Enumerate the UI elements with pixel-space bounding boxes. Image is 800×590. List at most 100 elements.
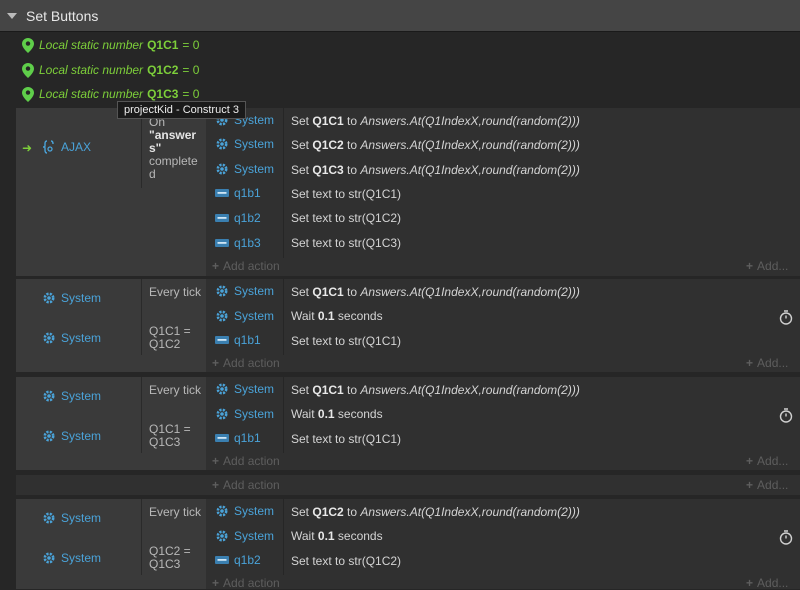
add-more-button[interactable]: + Add... bbox=[746, 259, 788, 273]
action-object-system[interactable]: System bbox=[215, 309, 274, 323]
condition-object-label: System bbox=[61, 429, 102, 443]
add-more-button[interactable]: + Add... bbox=[746, 576, 788, 590]
add-action-button[interactable]: + Add action bbox=[212, 259, 280, 273]
action-object-label: System bbox=[234, 382, 275, 396]
group-add-row[interactable]: + Add action + Add... bbox=[16, 475, 800, 495]
action-object-system[interactable]: System bbox=[215, 284, 274, 298]
gear-icon bbox=[215, 529, 229, 543]
action-text[interactable]: Set text to str(Q1C2) bbox=[291, 554, 401, 568]
trigger-arrow-icon: ➜ bbox=[22, 141, 33, 155]
condition-divider bbox=[141, 377, 142, 453]
condition-object-system[interactable]: System bbox=[42, 551, 101, 565]
add-action-button[interactable]: + Add action bbox=[212, 576, 280, 590]
add-more-button[interactable]: + Add... bbox=[746, 478, 788, 492]
action-object-label: q1b2 bbox=[234, 211, 261, 225]
timer-icon bbox=[779, 408, 793, 423]
condition-object-system[interactable]: System bbox=[42, 331, 101, 345]
gear-icon bbox=[42, 551, 56, 565]
action-text[interactable]: Set Q1C2 to Answers.At(Q1IndexX,round(ra… bbox=[291, 138, 580, 152]
action-object-system[interactable]: System bbox=[215, 504, 274, 518]
button-object-icon bbox=[215, 211, 229, 225]
condition-text[interactable]: Q1C1 = Q1C2 bbox=[149, 325, 201, 351]
add-more-button[interactable]: + Add... bbox=[746, 356, 788, 370]
action-object-label: q1b2 bbox=[234, 553, 261, 567]
gear-icon bbox=[42, 331, 56, 345]
action-text[interactable]: Set text to str(Q1C2) bbox=[291, 211, 401, 225]
gear-icon bbox=[215, 162, 229, 176]
action-object-button[interactable]: q1b1 bbox=[215, 333, 261, 347]
add-action-button[interactable]: + Add action bbox=[212, 478, 280, 492]
condition-text[interactable]: Every tick bbox=[149, 384, 201, 397]
action-object-label: System bbox=[234, 137, 275, 151]
action-object-label: q1b3 bbox=[234, 236, 261, 250]
condition-text[interactable]: Q1C2 = Q1C3 bbox=[149, 545, 201, 571]
map-pin-icon bbox=[22, 86, 34, 102]
add-more-button[interactable]: + Add... bbox=[746, 454, 788, 468]
event-block-3[interactable]: System Every tick System Q1C1 = Q1C3 Sys… bbox=[16, 377, 800, 470]
action-object-label: q1b1 bbox=[234, 186, 261, 200]
action-object-system[interactable]: System bbox=[215, 382, 274, 396]
action-text[interactable]: Wait 0.1 seconds bbox=[291, 309, 383, 323]
event-block-2[interactable]: System Every tick System Q1C1 = Q1C2 Sys… bbox=[16, 279, 800, 372]
timer-icon bbox=[779, 310, 793, 325]
condition-text[interactable]: On "answer s" complete d bbox=[149, 116, 205, 181]
condition-object-system[interactable]: System bbox=[42, 429, 101, 443]
action-object-system[interactable]: System bbox=[215, 162, 274, 176]
action-text[interactable]: Set text to str(Q1C1) bbox=[291, 432, 401, 446]
condition-text[interactable]: Q1C1 = Q1C3 bbox=[149, 423, 201, 449]
condition-text[interactable]: Every tick bbox=[149, 506, 201, 519]
action-object-system[interactable]: System bbox=[215, 407, 274, 421]
action-text[interactable]: Set Q1C1 to Answers.At(Q1IndexX,round(ra… bbox=[291, 114, 580, 128]
add-action-button[interactable]: + Add action bbox=[212, 356, 280, 370]
action-text[interactable]: Set text to str(Q1C1) bbox=[291, 187, 401, 201]
action-object-button[interactable]: q1b2 bbox=[215, 553, 261, 567]
condition-divider bbox=[141, 499, 142, 575]
action-text[interactable]: Set Q1C1 to Answers.At(Q1IndexX,round(ra… bbox=[291, 383, 580, 397]
group-header[interactable]: Set Buttons bbox=[0, 0, 800, 32]
variable-name: Q1C2 bbox=[147, 63, 179, 77]
action-object-system[interactable]: System bbox=[215, 529, 274, 543]
condition-object-system[interactable]: System bbox=[42, 389, 101, 403]
gear-icon bbox=[42, 291, 56, 305]
gear-icon bbox=[42, 429, 56, 443]
action-object-button[interactable]: q1b3 bbox=[215, 236, 261, 250]
condition-object-system[interactable]: System bbox=[42, 291, 101, 305]
event-block-ajax[interactable]: ➜ AJAX On "answer s" complete d System S… bbox=[16, 108, 800, 276]
map-pin-icon bbox=[22, 62, 34, 78]
condition-line: d bbox=[149, 167, 156, 181]
action-text[interactable]: Set text to str(Q1C1) bbox=[291, 334, 401, 348]
collapse-triangle-icon[interactable] bbox=[7, 12, 17, 19]
variable-name: Q1C1 bbox=[147, 38, 179, 52]
gear-icon bbox=[215, 137, 229, 151]
local-variable-q1c1[interactable]: Local static number Q1C1 = 0 bbox=[22, 33, 199, 57]
action-separator bbox=[283, 377, 284, 453]
action-text[interactable]: Wait 0.1 seconds bbox=[291, 529, 383, 543]
gear-icon bbox=[42, 389, 56, 403]
action-object-label: q1b1 bbox=[234, 431, 261, 445]
condition-object-label: System bbox=[61, 389, 102, 403]
action-object-system[interactable]: System bbox=[215, 137, 274, 151]
condition-text[interactable]: Every tick bbox=[149, 286, 201, 299]
action-separator bbox=[283, 279, 284, 355]
action-text[interactable]: Wait 0.1 seconds bbox=[291, 407, 383, 421]
group-title: Set Buttons bbox=[26, 7, 99, 24]
gear-icon bbox=[215, 284, 229, 298]
condition-object-label: System bbox=[61, 291, 102, 305]
window-tooltip: projectKid - Construct 3 bbox=[117, 101, 246, 119]
condition-divider bbox=[141, 108, 142, 188]
action-text[interactable]: Set Q1C3 to Answers.At(Q1IndexX,round(ra… bbox=[291, 163, 580, 177]
action-object-label: System bbox=[234, 309, 275, 323]
action-object-button[interactable]: q1b2 bbox=[215, 211, 261, 225]
condition-object-system[interactable]: System bbox=[42, 511, 101, 525]
action-object-button[interactable]: q1b1 bbox=[215, 186, 261, 200]
action-text[interactable]: Set text to str(Q1C3) bbox=[291, 236, 401, 250]
add-action-button[interactable]: + Add action bbox=[212, 454, 280, 468]
gear-icon bbox=[215, 309, 229, 323]
action-object-button[interactable]: q1b1 bbox=[215, 431, 261, 445]
local-variable-q1c2[interactable]: Local static number Q1C2 = 0 bbox=[22, 58, 199, 82]
action-object-label: System bbox=[234, 284, 275, 298]
action-text[interactable]: Set Q1C2 to Answers.At(Q1IndexX,round(ra… bbox=[291, 505, 580, 519]
event-block-4[interactable]: System Every tick System Q1C2 = Q1C3 Sys… bbox=[16, 499, 800, 590]
condition-object-ajax[interactable]: AJAX bbox=[42, 140, 91, 154]
action-text[interactable]: Set Q1C1 to Answers.At(Q1IndexX,round(ra… bbox=[291, 285, 580, 299]
